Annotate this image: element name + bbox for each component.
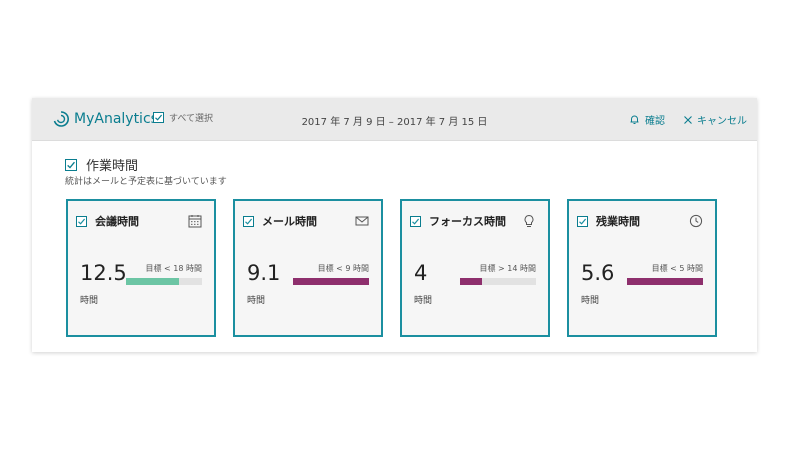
card-checkbox[interactable] xyxy=(243,215,254,227)
clock-icon xyxy=(689,214,703,228)
card-title: フォーカス時間 xyxy=(429,215,506,228)
card-value: 4 xyxy=(414,261,428,285)
card-value: 9.1 xyxy=(247,261,281,285)
progress-track xyxy=(126,278,202,285)
progress-fill xyxy=(627,278,703,285)
card-title: 会議時間 xyxy=(95,215,139,228)
card-header: 残業時間 xyxy=(577,213,640,229)
envelope-icon xyxy=(355,216,369,226)
card-checkbox[interactable] xyxy=(76,215,87,227)
progress-fill xyxy=(460,278,483,285)
section-header: 作業時間 xyxy=(65,155,138,174)
card-header: メール時間 xyxy=(243,213,317,229)
progress-track xyxy=(460,278,536,285)
card-title: 残業時間 xyxy=(596,215,640,228)
card-value: 5.6 xyxy=(581,261,615,285)
analytics-panel: MyAnalytics すべて選択 2017 年 7 月 9 日 – 2017 … xyxy=(32,98,757,352)
card-email-time[interactable]: メール時間 目標 < 9 時間 9.1 時間 xyxy=(233,199,383,337)
cancel-label: キャンセル xyxy=(697,116,747,127)
calendar-icon xyxy=(188,215,202,228)
cancel-button[interactable]: キャンセル xyxy=(683,112,747,127)
progress-track xyxy=(293,278,369,285)
confirm-label: 確認 xyxy=(645,116,665,127)
card-unit: 時間 xyxy=(581,296,600,306)
card-checkbox[interactable] xyxy=(577,215,588,227)
confirm-button[interactable]: 確認 xyxy=(629,112,665,127)
card-goal: 目標 > 14 時間 xyxy=(479,264,536,273)
lightbulb-icon xyxy=(524,214,534,227)
section-title: 作業時間 xyxy=(86,159,139,174)
card-focus-time[interactable]: フォーカス時間 目標 > 14 時間 4 時間 xyxy=(400,199,550,337)
header-bar: MyAnalytics すべて選択 2017 年 7 月 9 日 – 2017 … xyxy=(32,98,757,141)
card-unit: 時間 xyxy=(80,296,99,306)
card-unit: 時間 xyxy=(414,296,433,306)
section-checkbox[interactable] xyxy=(65,158,77,171)
card-meeting-time[interactable]: 会議時間 目標 < 18 時間 12.5 時間 xyxy=(66,199,216,337)
close-icon xyxy=(684,115,692,124)
card-overtime[interactable]: 残業時間 目標 < 5 時間 5.6 時間 xyxy=(567,199,717,337)
card-unit: 時間 xyxy=(247,296,266,306)
card-title: メール時間 xyxy=(262,215,317,228)
section-subtitle: 統計はメールと予定表に基づいています xyxy=(65,177,227,187)
card-header: 会議時間 xyxy=(76,213,139,229)
progress-fill xyxy=(126,278,180,285)
progress-fill xyxy=(293,278,369,285)
card-goal: 目標 < 9 時間 xyxy=(317,264,369,273)
card-goal: 目標 < 18 時間 xyxy=(145,264,202,273)
progress-track xyxy=(627,278,703,285)
card-goal: 目標 < 5 時間 xyxy=(651,264,703,273)
card-value: 12.5 xyxy=(80,261,127,285)
card-checkbox[interactable] xyxy=(410,215,421,227)
bell-icon xyxy=(630,115,639,124)
card-header: フォーカス時間 xyxy=(410,213,506,229)
